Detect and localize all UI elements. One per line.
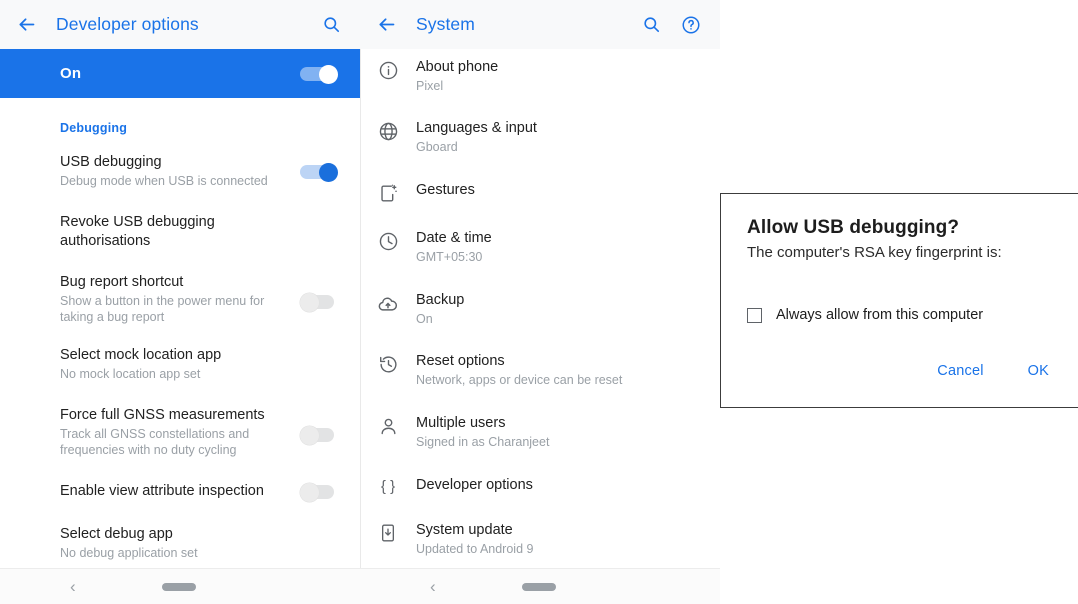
developer-options-panel: Developer options On Debugging USB debug… (0, 0, 360, 604)
list-item-usb-debugging[interactable]: USB debugging Debug mode when USB is con… (0, 153, 360, 189)
bug-report-shortcut-switch[interactable] (300, 293, 338, 311)
switch-thumb (319, 65, 338, 84)
list-item-subtitle: On (416, 311, 702, 327)
list-item-languages-and-input[interactable]: Languages & input Gboard (360, 119, 720, 155)
list-item-title: Languages & input (416, 119, 702, 138)
page-title: Developer options (56, 14, 199, 35)
list-item-subtitle: Signed in as Charanjeet (416, 434, 702, 450)
always-allow-checkbox-row[interactable]: Always allow from this computer (747, 307, 1065, 323)
list-item-title: USB debugging (60, 153, 308, 172)
list-item-subtitle: Track all GNSS constellations and freque… (60, 426, 265, 458)
list-item-title: Multiple users (416, 414, 702, 433)
page-title: System (416, 14, 475, 35)
usb-debugging-switch[interactable] (300, 163, 338, 181)
info-icon (360, 58, 416, 81)
list-item-multiple-users[interactable]: Multiple users Signed in as Charanjeet (360, 414, 720, 450)
nav-home-pill[interactable] (162, 583, 196, 591)
developer-options-master-toggle-row[interactable]: On (0, 49, 360, 98)
list-item-select-mock-location-app[interactable]: Select mock location app No mock locatio… (0, 346, 360, 382)
globe-icon (360, 119, 416, 142)
list-item-about-phone[interactable]: About phone Pixel (360, 58, 720, 94)
force-full-gnss-switch[interactable] (300, 426, 338, 444)
list-item-title: Developer options (416, 476, 702, 495)
section-header-debugging: Debugging (0, 98, 360, 135)
screenshot-root: Developer options On Debugging USB debug… (0, 0, 1078, 604)
dialog-actions: Cancel OK (747, 363, 1065, 379)
switch-thumb (300, 483, 319, 502)
list-item-title: Bug report shortcut (60, 273, 308, 292)
history-restore-icon (360, 352, 416, 375)
master-toggle-switch[interactable] (300, 65, 338, 83)
developer-options-appbar: Developer options (0, 0, 360, 49)
list-item-title: Select debug app (60, 525, 308, 544)
list-item-developer-options[interactable]: { } Developer options (360, 476, 720, 495)
always-allow-checkbox-label: Always allow from this computer (776, 307, 983, 323)
switch-thumb (319, 163, 338, 182)
list-item-backup[interactable]: Backup On (360, 291, 720, 327)
list-item-title: Select mock location app (60, 346, 308, 365)
list-item-subtitle: GMT+05:30 (416, 249, 702, 265)
clock-icon (360, 229, 416, 252)
list-item-title: Revoke USB debugging authorisations (60, 213, 308, 251)
ok-button[interactable]: OK (1028, 363, 1049, 379)
list-item-force-full-gnss-measurements[interactable]: Force full GNSS measurements Track all G… (0, 406, 360, 458)
switch-thumb (300, 426, 319, 445)
developer-panel-navbar: ‹ (0, 568, 360, 604)
system-settings-panel: System (360, 0, 720, 604)
list-item-subtitle: Gboard (416, 139, 702, 155)
list-item-title: Date & time (416, 229, 702, 248)
appbar-actions (640, 14, 702, 36)
arrow-back-icon[interactable] (12, 11, 40, 39)
list-item-bug-report-shortcut[interactable]: Bug report shortcut Show a button in the… (0, 273, 360, 325)
search-icon[interactable] (320, 14, 342, 36)
gestures-icon (360, 181, 416, 204)
list-item-date-and-time[interactable]: Date & time GMT+05:30 (360, 229, 720, 265)
list-item-gestures[interactable]: Gestures (360, 181, 720, 204)
nav-home-pill[interactable] (522, 583, 556, 591)
list-item-title: System update (416, 521, 702, 540)
allow-usb-debugging-dialog: Allow USB debugging? The computer's RSA … (720, 193, 1078, 408)
phone-update-icon (360, 521, 416, 543)
system-appbar: System (360, 0, 720, 49)
list-item-subtitle: No mock location app set (60, 366, 308, 382)
always-allow-checkbox[interactable] (747, 308, 762, 323)
list-item-revoke-usb-debugging[interactable]: Revoke USB debugging authorisations (0, 213, 360, 251)
list-item-system-update[interactable]: System update Updated to Android 9 (360, 521, 720, 557)
dialog-title: Allow USB debugging? (747, 216, 1065, 240)
list-item-reset-options[interactable]: Reset options Network, apps or device ca… (360, 352, 720, 388)
nav-back-icon[interactable]: ‹ (70, 578, 76, 595)
search-icon[interactable] (640, 14, 662, 36)
list-item-title: Reset options (416, 352, 702, 371)
list-item-subtitle: Debug mode when USB is connected (60, 173, 308, 189)
list-item-title: Backup (416, 291, 702, 310)
list-item-subtitle: Show a button in the power menu for taki… (60, 293, 270, 325)
cloud-upload-icon (360, 291, 416, 315)
person-icon (360, 414, 416, 437)
list-item-subtitle: Network, apps or device can be reset (416, 372, 702, 388)
system-panel-navbar: ‹ (360, 568, 720, 604)
list-item-enable-view-attribute-inspection[interactable]: Enable view attribute inspection (0, 482, 360, 501)
list-item-title: About phone (416, 58, 702, 77)
enable-view-attribute-inspection-switch[interactable] (300, 483, 338, 501)
list-item-select-debug-app[interactable]: Select debug app No debug application se… (0, 525, 360, 561)
cancel-button[interactable]: Cancel (937, 363, 983, 379)
appbar-actions (320, 14, 342, 36)
braces-icon: { } (360, 476, 416, 495)
master-toggle-label: On (60, 65, 81, 82)
arrow-back-icon[interactable] (372, 11, 400, 39)
list-item-title: Enable view attribute inspection (60, 482, 308, 501)
list-item-subtitle: Pixel (416, 78, 702, 94)
switch-thumb (300, 293, 319, 312)
list-item-subtitle: No debug application set (60, 545, 308, 561)
list-item-title: Force full GNSS measurements (60, 406, 308, 425)
list-item-title: Gestures (416, 181, 702, 200)
nav-back-icon[interactable]: ‹ (430, 578, 436, 595)
help-circle-icon[interactable] (680, 14, 702, 36)
dialog-body-text: The computer's RSA key fingerprint is: (747, 243, 1065, 263)
list-item-subtitle: Updated to Android 9 (416, 541, 702, 557)
